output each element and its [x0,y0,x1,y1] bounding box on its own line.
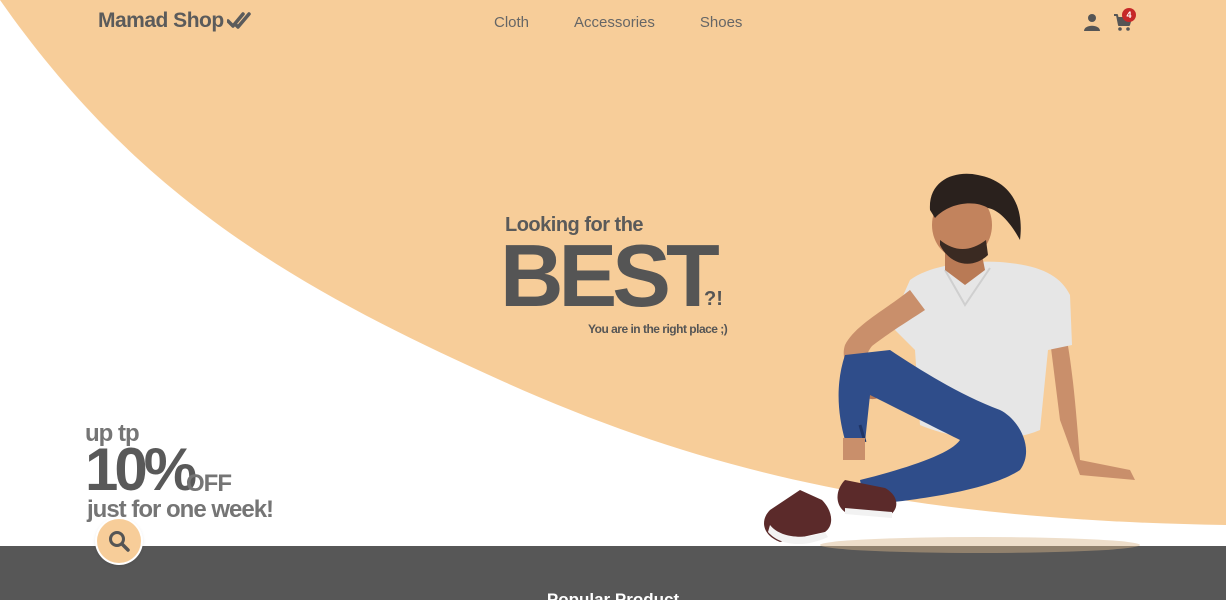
user-icon[interactable] [1083,13,1101,31]
nav-item-accessories[interactable]: Accessories [574,14,655,31]
search-icon [109,531,130,552]
main-nav: Cloth Accessories Shoes [494,14,787,31]
brand-logo[interactable]: Mamad Shop [98,9,251,33]
hero-model-image [764,173,1140,553]
nav-item-shoes[interactable]: Shoes [700,14,743,31]
hero-punctuation: ?! [704,288,723,310]
search-button[interactable] [97,519,141,563]
offer-percent: 10% [85,436,197,503]
double-check-icon [226,12,251,29]
cart-count-badge: 4 [1122,8,1136,22]
brand-name: Mamad Shop [98,9,224,32]
offer-off-label: OFF [186,470,232,497]
nav-item-cloth[interactable]: Cloth [494,14,529,31]
hero-tagline: You are in the right place ;) [588,322,728,336]
hero-headline: BEST [500,226,720,325]
section-title: Popular Product [546,590,680,609]
